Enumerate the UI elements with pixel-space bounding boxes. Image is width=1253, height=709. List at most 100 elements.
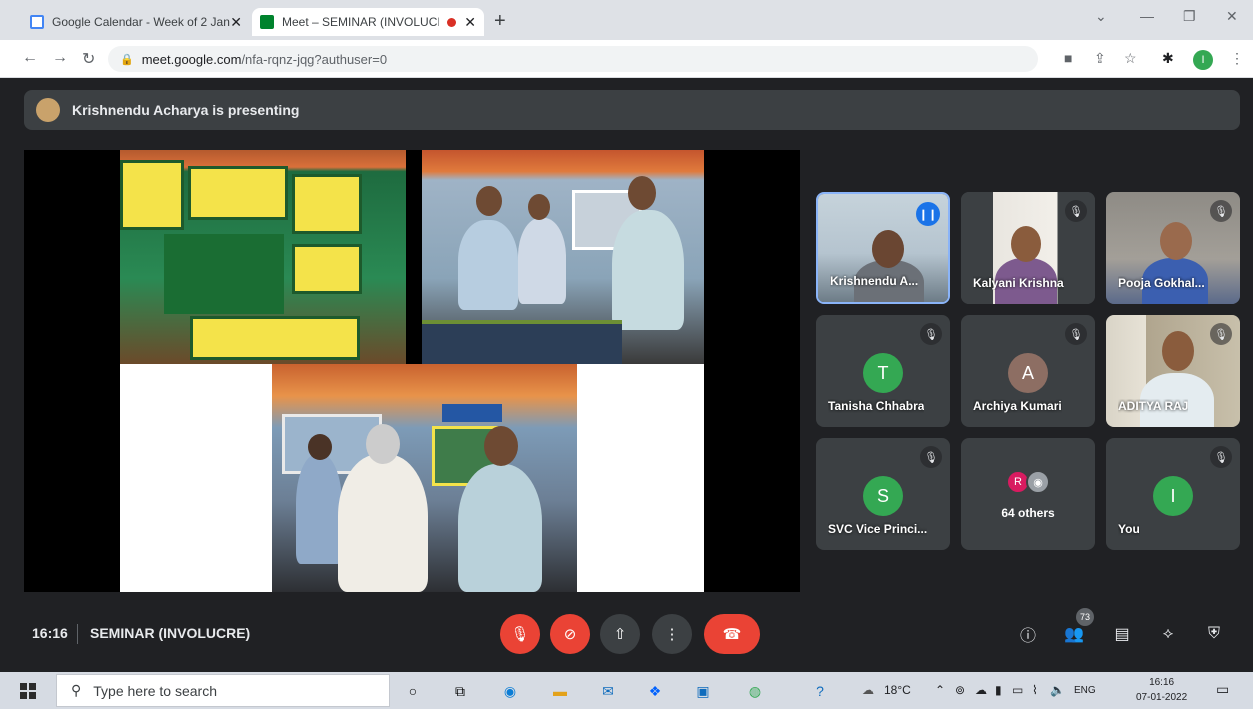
participant-tile[interactable]: A 🎙 Archiya Kumari — [961, 315, 1095, 427]
onedrive-icon[interactable]: ☁ — [975, 683, 987, 697]
meeting-time: 16:16 — [32, 625, 68, 641]
lock-icon[interactable]: 🔒 — [120, 53, 134, 66]
mail-icon[interactable]: ✉ — [598, 681, 618, 701]
restore-icon[interactable]: ❐ — [1183, 8, 1196, 25]
banner-sign — [164, 234, 284, 314]
search-icon: ⚲ — [71, 682, 82, 698]
calendar-icon — [30, 15, 44, 29]
person — [518, 218, 566, 304]
forward-icon[interactable]: → — [52, 49, 68, 67]
url-host: meet.google.com — [141, 51, 242, 67]
slide-blank — [120, 364, 272, 592]
tab-google-calendar[interactable]: Google Calendar - Week of 2 Jan ✕ — [22, 8, 250, 36]
camera-toggle-button[interactable]: ⊘ — [550, 614, 590, 654]
person-head — [1011, 226, 1041, 262]
wifi-icon[interactable]: ⌇ — [1032, 683, 1038, 697]
participant-name: Krishnendu A... — [830, 274, 919, 288]
person-head — [1162, 331, 1194, 371]
dropbox-icon[interactable]: ❖ — [645, 681, 665, 701]
mic-off-icon: 🎙 — [920, 323, 942, 345]
host-controls-icon[interactable]: ⛨ — [1202, 622, 1226, 646]
participant-name: Kalyani Krishna — [973, 276, 1064, 290]
participant-name: ADITYA RAJ — [1118, 399, 1189, 413]
participant-name: You — [1118, 522, 1140, 536]
tab-title: Google Calendar - Week of 2 Jan — [52, 15, 230, 29]
windows-start-icon[interactable] — [20, 683, 36, 699]
close-window-icon[interactable]: ✕ — [1226, 8, 1238, 25]
present-screen-button[interactable]: ⇧ — [600, 614, 640, 654]
presenting-banner: Krishnendu Acharya is presenting — [24, 90, 1240, 130]
windows-taskbar: ⚲ Type here to search ○ ⧉ ◉ ▬ ✉ ❖ ▣ ◍ ? … — [0, 672, 1253, 709]
mic-off-icon: 🎙 — [920, 446, 942, 468]
weather-icon[interactable]: ☁ — [862, 683, 874, 697]
tab-search-icon[interactable]: ⌄ — [1095, 8, 1107, 25]
others-tile[interactable]: R ◉ 64 others — [961, 438, 1095, 550]
chrome-icon[interactable]: ◍ — [745, 681, 765, 701]
more-options-button[interactable]: ⋮ — [652, 614, 692, 654]
camera-icon[interactable]: ■ — [1064, 50, 1072, 66]
language-indicator[interactable]: ENG — [1074, 685, 1096, 696]
weather-temp[interactable]: 18°C — [884, 683, 911, 697]
tray-app-icon[interactable]: ⊚ — [955, 683, 965, 697]
close-tab-icon[interactable]: ✕ — [464, 14, 476, 31]
participant-avatar: A — [1008, 353, 1048, 393]
self-tile[interactable]: I 🎙 You — [1106, 438, 1240, 550]
meeting-info-icon[interactable]: ⓘ — [1016, 622, 1040, 646]
tab-meet[interactable]: Meet – SEMINAR (INVOLUCI ✕ — [252, 8, 484, 36]
poster-panel — [292, 174, 362, 234]
participant-tile[interactable]: 🎙 Pooja Gokhal... — [1106, 192, 1240, 304]
tray-expand-icon[interactable]: ⌃ — [935, 683, 945, 697]
task-view-icon[interactable]: ⧉ — [450, 681, 470, 701]
new-tab-button[interactable]: + — [494, 10, 506, 33]
person-head — [628, 176, 656, 210]
edge-icon[interactable]: ◉ — [500, 681, 520, 701]
participant-tile[interactable]: ❙❙ Krishnendu A... — [816, 192, 950, 304]
taskbar-search-input[interactable]: ⚲ Type here to search — [56, 674, 390, 707]
mic-toggle-button[interactable]: 🎙 — [500, 614, 540, 654]
cortana-icon[interactable]: ○ — [403, 681, 423, 701]
extensions-icon[interactable]: ✱ — [1162, 50, 1174, 67]
volume-icon[interactable]: 🔈 — [1050, 683, 1065, 697]
notifications-icon[interactable]: ▭ — [1216, 681, 1229, 698]
participant-tile[interactable]: S 🎙 SVC Vice Princi... — [816, 438, 950, 550]
presentation-stage — [24, 150, 800, 592]
help-icon[interactable]: ? — [810, 681, 830, 701]
battery-icon[interactable]: ▭ — [1012, 683, 1023, 697]
activities-icon[interactable]: ⟡ — [1156, 622, 1180, 646]
back-icon[interactable]: ← — [22, 49, 38, 67]
slide-blank — [577, 364, 704, 592]
file-explorer-icon[interactable]: ▬ — [550, 681, 570, 701]
menu-kebab-icon[interactable]: ⋮ — [1230, 50, 1244, 67]
participant-tile[interactable]: 🎙 Kalyani Krishna — [961, 192, 1095, 304]
person-head — [476, 186, 502, 216]
poster-panel — [188, 166, 288, 220]
meeting-name: SEMINAR (INVOLUCRE) — [90, 625, 251, 641]
minimize-icon[interactable]: — — [1140, 8, 1154, 24]
mic-off-icon: 🎙 — [1210, 200, 1232, 222]
mic-off-icon: 🎙 — [1065, 323, 1087, 345]
participant-tile[interactable]: 🎙 ADITYA RAJ — [1106, 315, 1240, 427]
store-icon[interactable]: ▣ — [693, 681, 713, 701]
mic-off-icon: 🎙 — [1065, 200, 1087, 222]
participant-avatar: S — [863, 476, 903, 516]
leave-call-button[interactable]: ☎ — [704, 614, 760, 654]
usb-icon[interactable]: ▮ — [995, 683, 1002, 697]
close-tab-icon[interactable]: ✕ — [230, 14, 242, 31]
participant-avatar: I — [1153, 476, 1193, 516]
exhibition-photo — [422, 150, 704, 364]
bookmark-star-icon[interactable]: ☆ — [1124, 50, 1137, 67]
taskbar-clock[interactable]: 16:16 07-01-2022 — [1136, 675, 1187, 705]
url-input[interactable]: 🔒 meet.google.com/nfa-rqnz-jqg?authuser=… — [108, 46, 1038, 72]
user-icon: ◉ — [1026, 470, 1050, 494]
share-icon[interactable]: ⇪ — [1094, 50, 1106, 67]
clock-date: 07-01-2022 — [1136, 692, 1188, 703]
participant-tile[interactable]: T 🎙 Tanisha Chhabra — [816, 315, 950, 427]
exhibition-photo — [272, 364, 577, 592]
reload-icon[interactable]: ↻ — [82, 49, 95, 69]
person-head — [1160, 222, 1192, 260]
others-count: 64 others — [1001, 506, 1055, 520]
search-placeholder: Type here to search — [93, 682, 218, 699]
people-icon[interactable]: 👥 — [1062, 622, 1086, 646]
profile-avatar[interactable]: I — [1193, 50, 1213, 70]
chat-icon[interactable]: ▤ — [1110, 622, 1134, 646]
